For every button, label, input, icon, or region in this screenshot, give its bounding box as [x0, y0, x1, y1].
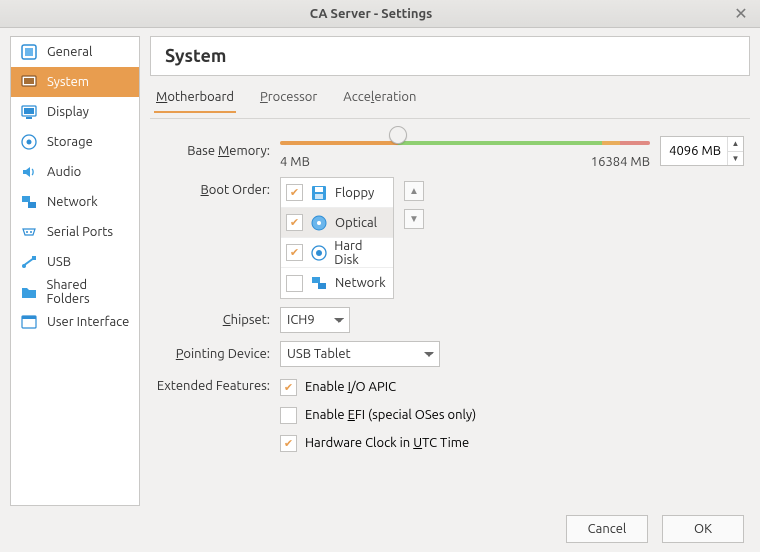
sidebar-label: Network [47, 195, 98, 209]
label-chipset: Chipset: [150, 313, 270, 327]
sidebar-label: Audio [47, 165, 81, 179]
row-extended: Extended Features: Enable I/O APIC Enabl… [150, 375, 744, 455]
memory-spinbox[interactable]: ▲▼ [660, 136, 744, 166]
sidebar-label: General [47, 45, 92, 59]
sidebar-item-general[interactable]: General [11, 37, 139, 67]
sidebar-label: System [47, 75, 89, 89]
boot-move-down-button[interactable]: ▼ [404, 209, 424, 229]
check-efi[interactable]: Enable EFI (special OSes only) [280, 403, 744, 427]
label-pointing: Pointing Device: [150, 347, 270, 361]
boot-label: Hard Disk [334, 239, 388, 267]
sidebar-item-system[interactable]: System [11, 67, 139, 97]
row-boot-order: Boot Order: Floppy Optical [150, 177, 744, 299]
storage-icon [19, 132, 39, 152]
display-icon [19, 102, 39, 122]
network-icon [19, 192, 39, 212]
checkbox[interactable] [280, 435, 297, 452]
checkbox[interactable] [280, 407, 297, 424]
ui-icon [19, 312, 39, 332]
sidebar-label: USB [47, 255, 71, 269]
boot-checkbox[interactable] [286, 244, 303, 261]
sidebar: General System Display Storage Audio Net… [10, 36, 140, 506]
tab-acceleration[interactable]: Acceleration [341, 86, 418, 112]
close-icon[interactable]: ✕ [732, 5, 750, 23]
sidebar-label: Serial Ports [47, 225, 113, 239]
boot-label: Optical [335, 216, 377, 230]
boot-move-up-button[interactable]: ▲ [404, 181, 424, 201]
settings-panel: Motherboard Processor Acceleration Base … [150, 86, 750, 506]
sidebar-item-serial-ports[interactable]: Serial Ports [11, 217, 139, 247]
row-chipset: Chipset: ICH9 [150, 307, 744, 333]
tab-processor[interactable]: Processor [258, 86, 319, 112]
boot-item-hard-disk[interactable]: Hard Disk [281, 238, 393, 268]
hard-disk-icon [309, 243, 328, 263]
sidebar-item-display[interactable]: Display [11, 97, 139, 127]
label-base-memory: Base Memory: [150, 144, 270, 158]
slider-max: 16384 MB [591, 155, 650, 169]
sidebar-item-network[interactable]: Network [11, 187, 139, 217]
check-utc[interactable]: Hardware Clock in UTC Time [280, 431, 744, 455]
boot-item-network[interactable]: Network [281, 268, 393, 298]
main-panel: System Motherboard Processor Acceleratio… [150, 36, 750, 506]
audio-icon [19, 162, 39, 182]
memory-value-input[interactable] [661, 137, 727, 165]
floppy-icon [309, 183, 329, 203]
form-content: Base Memory: 4 MB16384 MB ▲▼ Boot Order: [150, 119, 750, 461]
boot-item-floppy[interactable]: Floppy [281, 178, 393, 208]
boot-checkbox[interactable] [286, 275, 303, 292]
row-pointing: Pointing Device: USB Tablet [150, 341, 744, 367]
sidebar-item-user-interface[interactable]: User Interface [11, 307, 139, 337]
row-base-memory: Base Memory: 4 MB 16384 MB ▲▼ [150, 133, 744, 169]
boot-item-optical[interactable]: Optical [281, 208, 393, 238]
optical-icon [309, 213, 329, 233]
tab-bar: Motherboard Processor Acceleration [150, 86, 750, 119]
general-icon [19, 42, 39, 62]
boot-label: Network [335, 276, 386, 290]
pointing-device-select[interactable]: USB Tablet [280, 341, 440, 367]
cancel-button[interactable]: Cancel [566, 515, 648, 543]
folder-icon [19, 282, 38, 302]
sidebar-item-storage[interactable]: Storage [11, 127, 139, 157]
section-title: System [150, 36, 750, 76]
spin-down-icon[interactable]: ▼ [728, 152, 743, 166]
boot-order-list: Floppy Optical Hard Disk [280, 177, 394, 299]
sidebar-label: Display [47, 105, 89, 119]
slider-min: 4 MB [280, 155, 310, 169]
serial-icon [19, 222, 39, 242]
chipset-select[interactable]: ICH9 [280, 307, 350, 333]
network-icon [309, 273, 329, 293]
system-icon [19, 72, 39, 92]
spin-up-icon[interactable]: ▲ [728, 137, 743, 152]
sidebar-item-shared-folders[interactable]: Shared Folders [11, 277, 139, 307]
sidebar-label: Storage [47, 135, 93, 149]
check-io-apic[interactable]: Enable I/O APIC [280, 375, 744, 399]
title-bar: CA Server - Settings ✕ [0, 0, 760, 28]
sidebar-label: User Interface [47, 315, 129, 329]
window-title: CA Server - Settings [10, 7, 732, 21]
boot-checkbox[interactable] [286, 184, 303, 201]
dialog-footer: Cancel OK [0, 506, 760, 552]
tab-motherboard[interactable]: Motherboard [154, 86, 236, 112]
memory-slider[interactable]: 4 MB 16384 MB [280, 133, 650, 169]
usb-icon [19, 252, 39, 272]
ok-button[interactable]: OK [662, 515, 744, 543]
checkbox[interactable] [280, 379, 297, 396]
content-area: General System Display Storage Audio Net… [0, 28, 760, 506]
boot-label: Floppy [335, 186, 374, 200]
label-extended: Extended Features: [150, 375, 270, 393]
sidebar-item-usb[interactable]: USB [11, 247, 139, 277]
sidebar-label: Shared Folders [46, 278, 131, 306]
sidebar-item-audio[interactable]: Audio [11, 157, 139, 187]
boot-checkbox[interactable] [286, 214, 303, 231]
label-boot-order: Boot Order: [150, 177, 270, 197]
